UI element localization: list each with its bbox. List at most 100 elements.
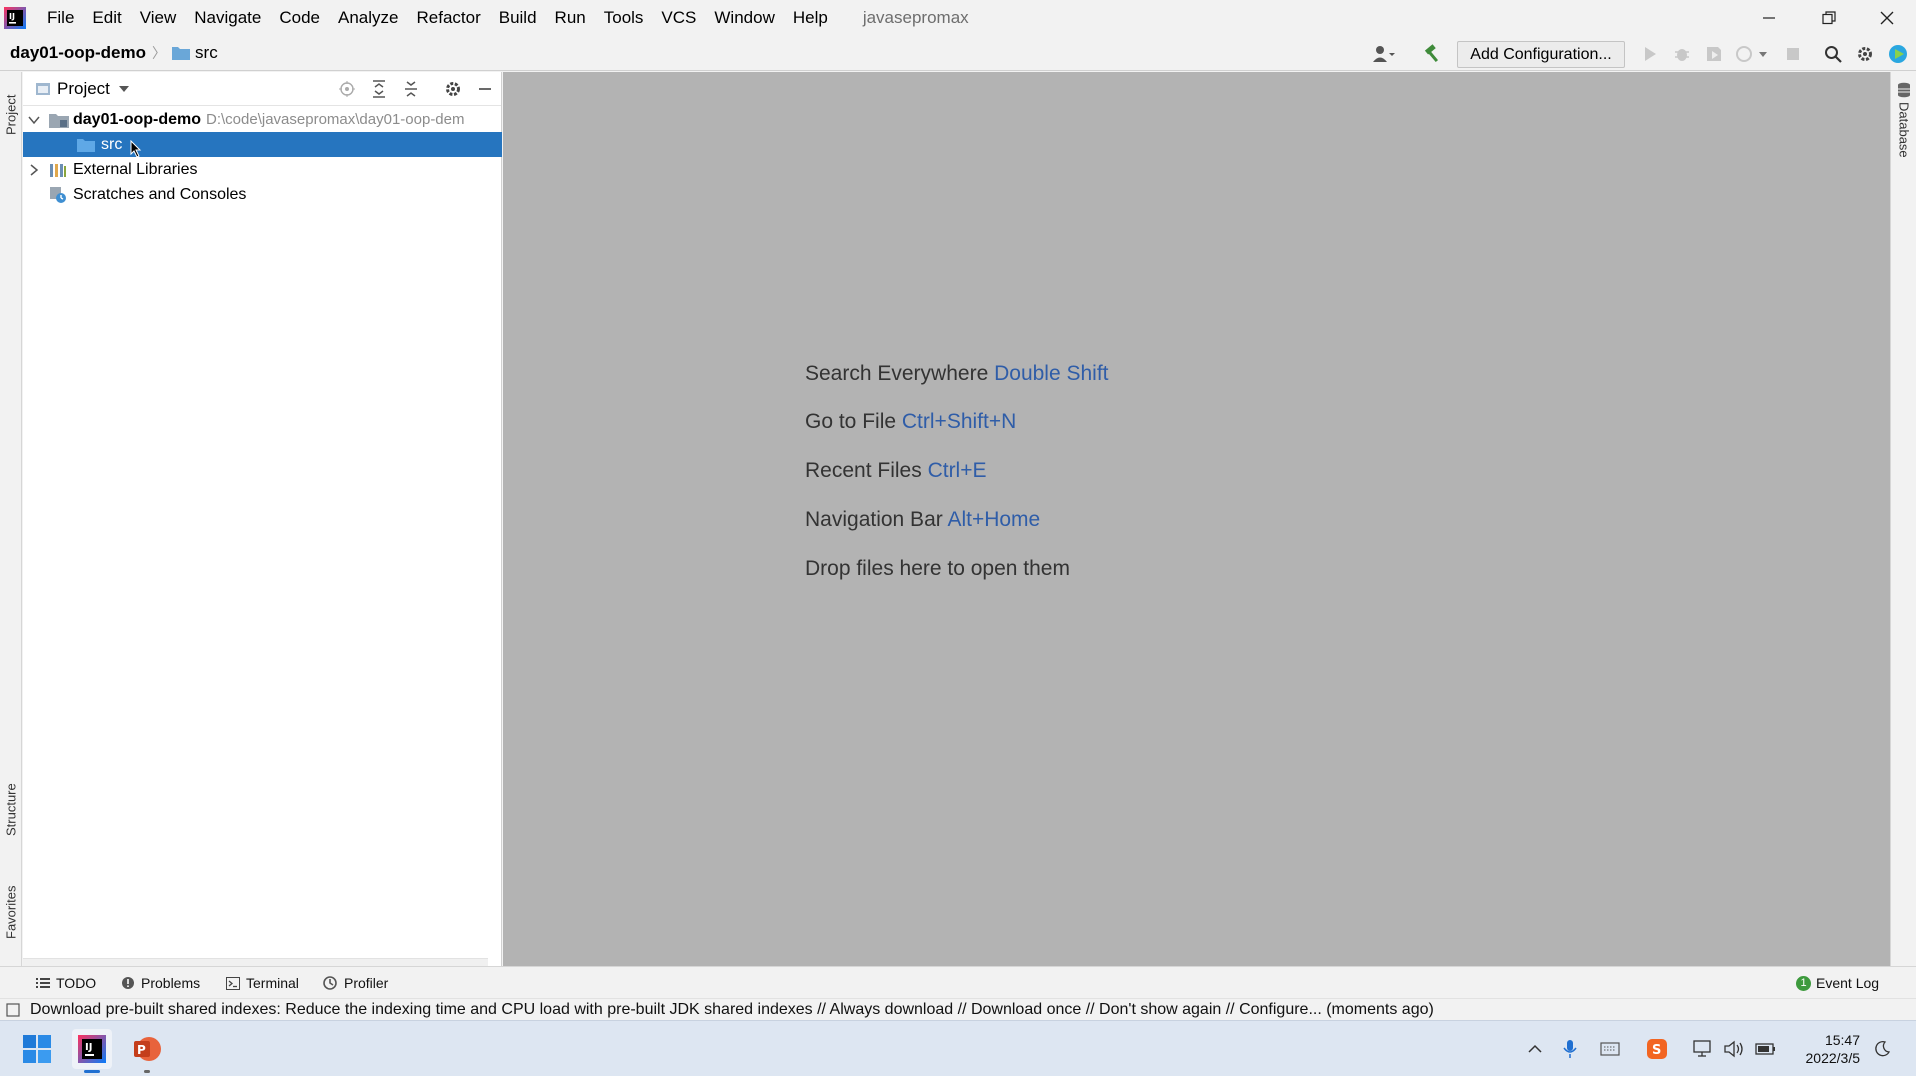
menu-vcs[interactable]: VCS (652, 0, 705, 36)
battery-tray-button[interactable] (1754, 1037, 1778, 1061)
gear-icon (446, 82, 460, 96)
tree-item-label: day01-oop-demo (73, 110, 202, 128)
project-panel-title[interactable]: Project (57, 79, 110, 99)
stop-button[interactable] (1781, 42, 1805, 66)
project-tool-tab[interactable]: Project (2, 78, 20, 152)
user-account-button[interactable] (1372, 42, 1396, 66)
menu-window[interactable]: Window (705, 0, 783, 36)
input-method-tray-button[interactable] (1598, 1037, 1622, 1061)
chevron-down-icon[interactable] (27, 115, 41, 125)
windows-taskbar: IJ P S 15:47 2022/3/5 (0, 1020, 1916, 1076)
profiler-label: Profiler (344, 975, 389, 991)
menu-navigate[interactable]: Navigate (185, 0, 270, 36)
problems-label: Problems (141, 975, 201, 991)
coverage-icon (1707, 47, 1721, 61)
jetbrains-toolbox-button[interactable] (1886, 42, 1910, 66)
menu-edit[interactable]: Edit (83, 0, 130, 36)
hammer-icon (1424, 44, 1439, 63)
database-icon (1898, 82, 1910, 98)
close-button[interactable] (1858, 0, 1916, 36)
taskbar-powerpoint[interactable]: P (127, 1029, 167, 1073)
intellij-logo-icon: IJ (4, 7, 26, 29)
hint-go-to-file: Go to File Ctrl+Shift+N (805, 410, 1016, 434)
build-button[interactable] (1421, 42, 1445, 66)
profiler-tool-button[interactable]: Profiler (322, 967, 388, 999)
show-hidden-icons-button[interactable] (1523, 1037, 1547, 1061)
start-button[interactable] (17, 1029, 57, 1069)
window-project-title: javasepromax (862, 8, 969, 27)
network-tray-button[interactable] (1691, 1037, 1715, 1061)
tree-item-label: src (101, 135, 123, 153)
menu-code[interactable]: Code (270, 0, 329, 36)
restore-button[interactable] (1800, 0, 1858, 36)
problems-tool-button[interactable]: Problems (121, 967, 200, 999)
menu-refactor[interactable]: Refactor (407, 0, 489, 36)
run-with-coverage-button[interactable] (1702, 42, 1726, 66)
select-opened-file-button[interactable] (337, 79, 357, 99)
minimize-icon (1763, 17, 1775, 19)
menu-file[interactable]: File (38, 0, 83, 36)
tree-item-scratches[interactable]: Scratches and Consoles (23, 182, 502, 207)
taskbar-intellij[interactable]: IJ (72, 1029, 112, 1073)
clock-date: 2022/3/5 (1805, 1050, 1861, 1066)
add-configuration-button[interactable]: Add Configuration... (1457, 41, 1625, 68)
hide-panel-button[interactable] (475, 79, 495, 99)
structure-tool-tab[interactable]: Structure (2, 768, 20, 852)
tree-item-src[interactable]: src (23, 132, 502, 158)
hint-shortcut: Alt+Home (947, 508, 1041, 531)
breadcrumb-project[interactable]: day01-oop-demo (10, 43, 146, 63)
intellij-logo-icon: IJ (78, 1035, 106, 1063)
collapse-all-button[interactable] (401, 79, 421, 99)
volume-tray-button[interactable] (1722, 1037, 1746, 1061)
event-log-label: Event Log (1816, 975, 1880, 991)
microphone-tray-button[interactable] (1558, 1037, 1582, 1061)
event-log-count-badge: 1 (1796, 975, 1811, 991)
project-panel-header: Project (23, 72, 501, 106)
terminal-tool-button[interactable]: Terminal (226, 967, 299, 999)
network-icon (1693, 1040, 1711, 1057)
menu-analyze[interactable]: Analyze (329, 0, 407, 36)
todo-tool-button[interactable]: TODO (36, 967, 96, 999)
search-everywhere-button[interactable] (1821, 42, 1845, 66)
minimize-button[interactable] (1740, 0, 1798, 36)
favorites-tool-tab[interactable]: Favorites (2, 872, 20, 952)
title-bar: IJ File Edit View Navigate Code Analyze … (0, 0, 1916, 36)
right-tool-strip: Database (1890, 72, 1916, 966)
menu-run[interactable]: Run (546, 0, 595, 36)
problems-icon (122, 977, 134, 989)
expand-all-button[interactable] (369, 79, 389, 99)
keyboard-icon (1600, 1042, 1620, 1056)
database-tool-tab[interactable]: Database (1895, 82, 1913, 182)
hint-search-everywhere: Search Everywhere Double Shift (805, 362, 1109, 386)
panel-options-button[interactable] (443, 79, 463, 99)
mouse-cursor-icon (130, 139, 142, 158)
breadcrumb-src[interactable]: src (195, 43, 218, 63)
settings-button[interactable] (1853, 42, 1877, 66)
menu-build[interactable]: Build (490, 0, 546, 36)
editor-empty-area[interactable]: Search Everywhere Double Shift Go to Fil… (503, 72, 1890, 966)
chevron-right-icon[interactable] (27, 163, 41, 177)
menu-help[interactable]: Help (784, 0, 837, 36)
run-button[interactable] (1638, 42, 1662, 66)
stop-icon (1787, 48, 1799, 60)
notification-center-button[interactable] (1870, 1037, 1894, 1061)
tree-item-external-libraries[interactable]: External Libraries (23, 157, 502, 182)
horizontal-scrollbar[interactable] (23, 958, 488, 966)
project-tool-window: Project day01-oop-demo D:\code\javasepro… (23, 72, 502, 966)
profile-button[interactable] (1734, 42, 1770, 66)
status-toggle-icon[interactable] (6, 1002, 20, 1017)
status-message[interactable]: Download pre-built shared indexes: Reduc… (30, 1001, 1434, 1019)
sogou-tray-button[interactable]: S (1645, 1037, 1669, 1061)
list-icon (36, 978, 50, 988)
collapse-all-icon (405, 81, 417, 97)
hint-text: Navigation Bar (805, 508, 943, 531)
tree-item-project-root[interactable]: day01-oop-demo D:\code\javasepromax\day0… (23, 107, 502, 132)
search-icon (1825, 46, 1842, 63)
chevron-down-icon[interactable] (118, 85, 130, 93)
run-icon (1645, 47, 1656, 61)
taskbar-clock[interactable]: 15:47 2022/3/5 (1790, 1031, 1861, 1067)
debug-button[interactable] (1670, 42, 1694, 66)
event-log-tool-button[interactable]: 1 Event Log (1796, 967, 1879, 999)
menu-tools[interactable]: Tools (595, 0, 653, 36)
menu-view[interactable]: View (131, 0, 186, 36)
